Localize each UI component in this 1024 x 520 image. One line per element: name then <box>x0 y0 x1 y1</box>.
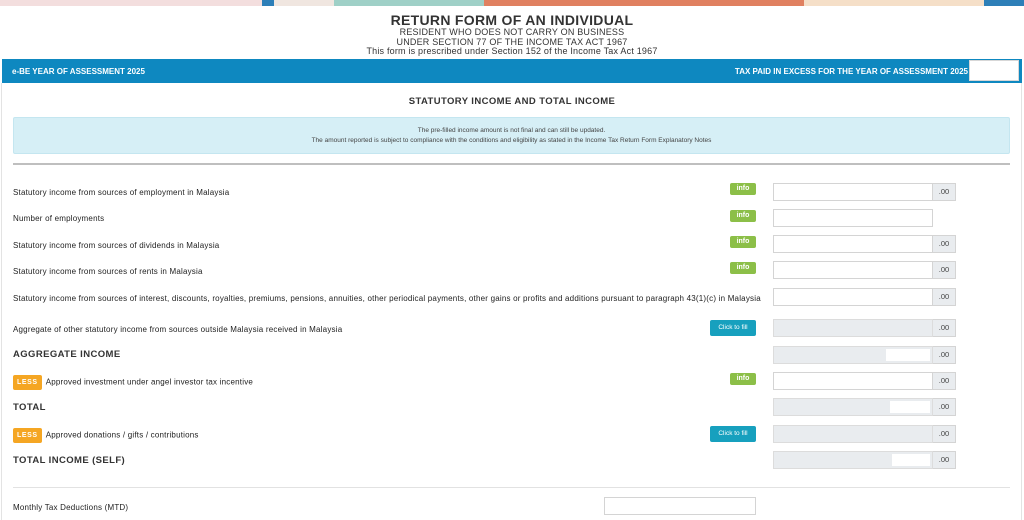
donations-text: Approved donations / gifts / contributio… <box>45 430 199 440</box>
angel-investor-label: LESS Approved investment under angel inve… <box>13 375 253 390</box>
aggregate-income-field: .00 <box>773 346 956 364</box>
foreign-income-fill-button[interactable]: Click to fill <box>710 320 756 336</box>
total-cents: .00 <box>933 398 956 416</box>
aggregate-income-value <box>773 346 933 364</box>
employment-income-info-button[interactable]: info <box>730 183 756 195</box>
rent-income-info-button[interactable]: info <box>730 262 756 274</box>
notice-line-1: The pre-filled income amount is not fina… <box>417 127 606 134</box>
employments-count-label: Number of employments <box>13 214 105 223</box>
dividend-income-info-button[interactable]: info <box>730 236 756 248</box>
total-income-self-field: .00 <box>773 451 956 469</box>
dividend-income-input[interactable] <box>773 235 933 253</box>
interest-income-cents: .00 <box>933 288 956 306</box>
interest-income-input[interactable] <box>773 288 933 306</box>
rent-income-field[interactable]: .00 <box>773 261 956 279</box>
foreign-income-field: .00 <box>773 319 956 337</box>
angel-investor-field[interactable]: .00 <box>773 372 956 390</box>
rent-income-label: Statutory income from sources of rents i… <box>13 267 203 276</box>
interest-income-field[interactable]: .00 <box>773 288 956 306</box>
less-badge: LESS <box>13 375 42 390</box>
form-header: RETURN FORM OF AN INDIVIDUAL RESIDENT WH… <box>0 6 1024 59</box>
less-badge: LESS <box>13 428 42 443</box>
angel-investor-info-button[interactable]: info <box>730 373 756 385</box>
angel-investor-cents: .00 <box>933 372 956 390</box>
total-income-self-label: TOTAL INCOME (SELF) <box>13 455 126 466</box>
rent-income-input[interactable] <box>773 261 933 279</box>
assessment-bar: e-BE YEAR OF ASSESSMENT 2025 TAX PAID IN… <box>2 59 1022 83</box>
employments-count-input[interactable] <box>773 209 933 227</box>
donations-cents: .00 <box>933 425 956 443</box>
notice-line-2: The amount reported is subject to compli… <box>311 137 712 144</box>
prefill-notice: The pre-filled income amount is not fina… <box>13 117 1010 154</box>
total-value <box>773 398 933 416</box>
dividend-income-cents: .00 <box>933 235 956 253</box>
tax-excess-label: TAX PAID IN EXCESS FOR THE YEAR OF ASSES… <box>734 67 968 76</box>
employments-count-info-button[interactable]: info <box>730 210 756 222</box>
dividend-income-field[interactable]: .00 <box>773 235 956 253</box>
total-label: TOTAL <box>13 402 46 413</box>
employment-income-label: Statutory income from sources of employm… <box>13 188 230 197</box>
assessment-year-label: e-BE YEAR OF ASSESSMENT 2025 <box>12 67 145 76</box>
foreign-income-value <box>773 319 933 337</box>
employment-income-input[interactable] <box>773 183 933 201</box>
donations-value <box>773 425 933 443</box>
foreign-income-label: Aggregate of other statutory income from… <box>13 325 343 334</box>
tax-excess-field[interactable] <box>969 60 1019 81</box>
form-subtitle-3: This form is prescribed under Section 15… <box>366 46 658 56</box>
employment-income-field[interactable]: .00 <box>773 183 956 201</box>
total-income-self-cents: .00 <box>933 451 956 469</box>
aggregate-income-cents: .00 <box>933 346 956 364</box>
mtd-divider <box>13 487 1010 488</box>
mtd-label: Monthly Tax Deductions (MTD) <box>13 503 129 512</box>
section-divider <box>13 163 1010 165</box>
section-title: STATUTORY INCOME AND TOTAL INCOME <box>408 96 616 107</box>
mtd-input[interactable] <box>604 497 756 515</box>
foreign-income-cents: .00 <box>933 319 956 337</box>
angel-investor-text: Approved investment under angel investor… <box>45 377 254 387</box>
aggregate-income-label: AGGREGATE INCOME <box>13 349 121 360</box>
angel-investor-input[interactable] <box>773 372 933 390</box>
donations-fill-button[interactable]: Click to fill <box>710 426 756 442</box>
donations-field: .00 <box>773 425 956 443</box>
employment-income-cents: .00 <box>933 183 956 201</box>
donations-label: LESS Approved donations / gifts / contrib… <box>13 428 199 443</box>
dividend-income-label: Statutory income from sources of dividen… <box>13 241 220 250</box>
total-field: .00 <box>773 398 956 416</box>
form-title: RETURN FORM OF AN INDIVIDUAL <box>390 12 634 28</box>
total-income-self-value <box>773 451 933 469</box>
interest-income-label: Statutory income from sources of interes… <box>13 294 761 303</box>
rent-income-cents: .00 <box>933 261 956 279</box>
